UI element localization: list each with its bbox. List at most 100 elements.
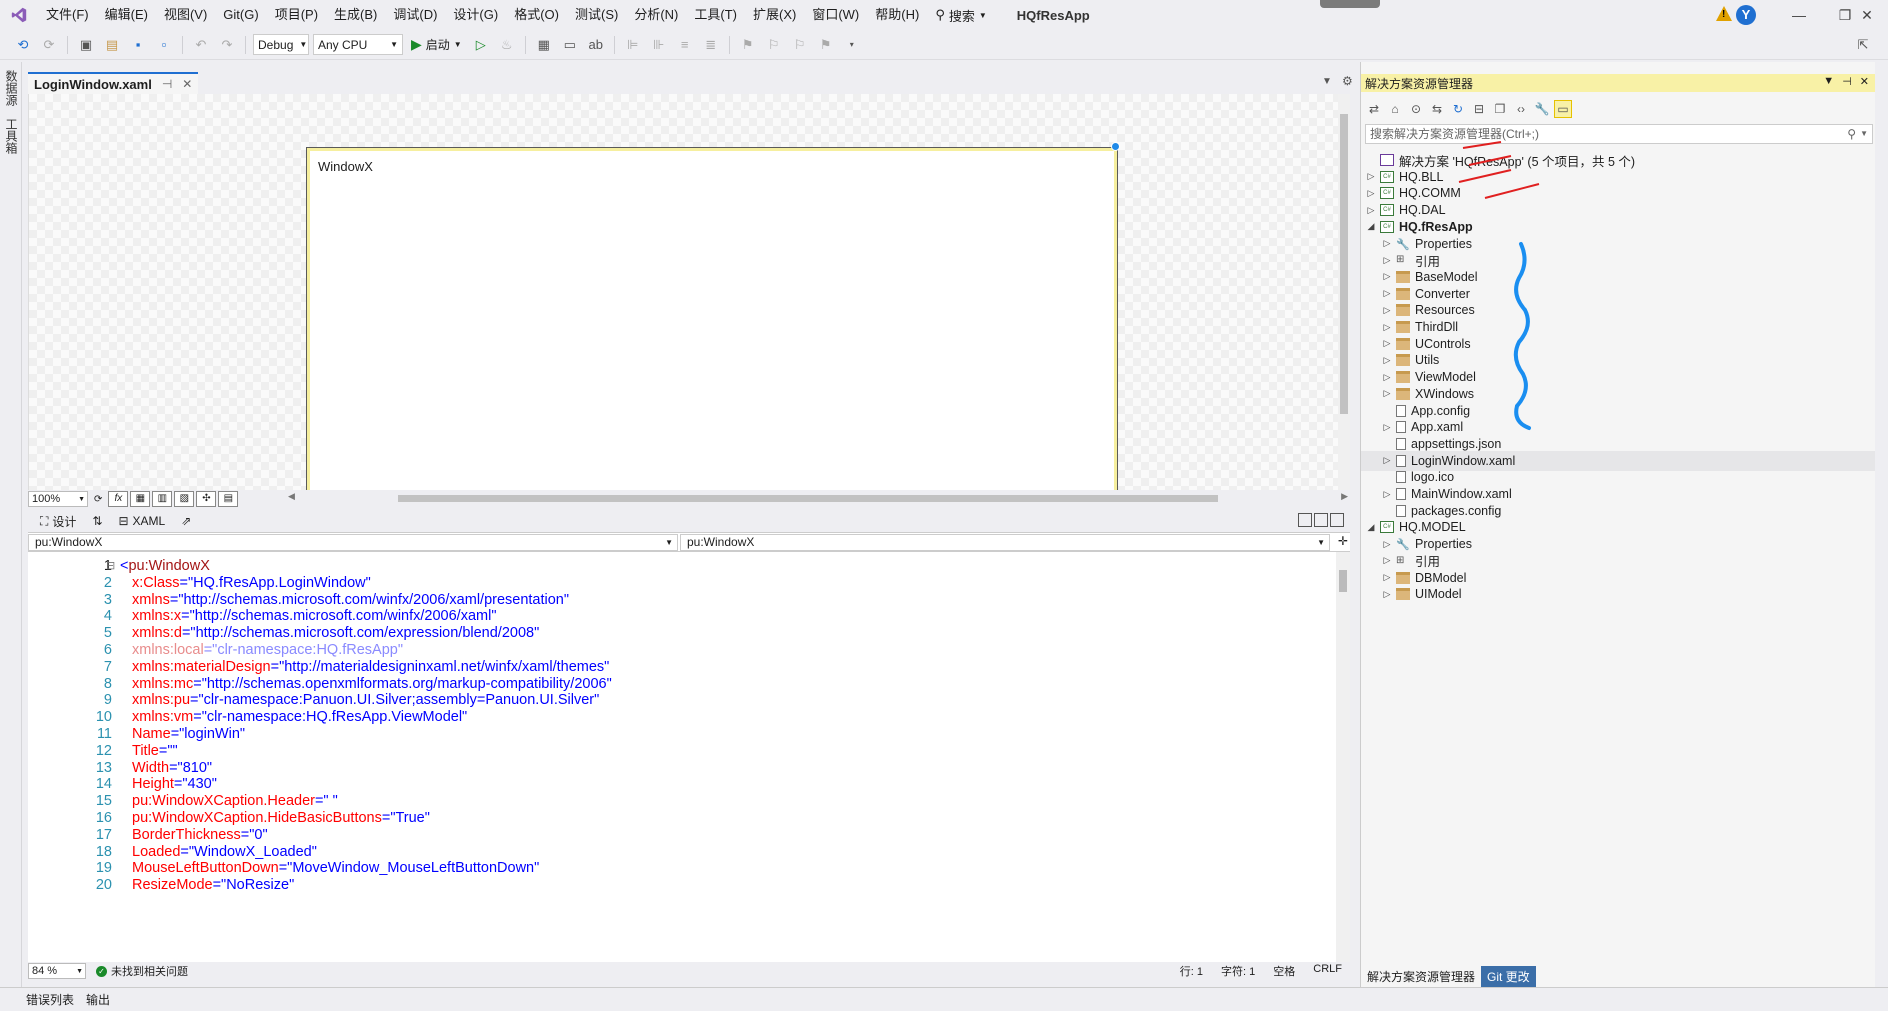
- comment-icon[interactable]: ≡: [674, 34, 696, 56]
- tab-overflow-icon[interactable]: ▼: [1322, 76, 1332, 87]
- refresh-icon[interactable]: ⟳: [94, 494, 102, 505]
- menu-item[interactable]: 工具(T): [686, 0, 745, 30]
- minimize-icon[interactable]: —: [1776, 0, 1822, 30]
- tab-output[interactable]: 输出: [86, 991, 110, 1008]
- menu-item[interactable]: 设计(G): [445, 0, 506, 30]
- data-sources-tab[interactable]: 数据源: [3, 70, 20, 106]
- bookmark-clear-icon[interactable]: ⚑: [815, 34, 837, 56]
- bookmark-prev-icon[interactable]: ⚐: [763, 34, 785, 56]
- tab-xaml[interactable]: ⊟ XAML: [118, 514, 165, 528]
- tree-item[interactable]: ▷ UIModel: [1361, 584, 1875, 604]
- expand-icon[interactable]: ▷: [1381, 489, 1393, 500]
- save-icon[interactable]: ▪: [127, 34, 149, 56]
- bookmark-next-icon[interactable]: ⚐: [789, 34, 811, 56]
- char-number[interactable]: 字符: 1: [1221, 963, 1255, 979]
- menu-item[interactable]: 窗口(W): [804, 0, 867, 30]
- close-window-icon[interactable]: ✕: [1846, 0, 1888, 30]
- grid-icon[interactable]: ▦: [130, 491, 151, 507]
- redo-icon[interactable]: ↷: [216, 34, 238, 56]
- hot-reload-icon[interactable]: ♨: [496, 34, 518, 56]
- tab-loginwindow-xaml[interactable]: LoginWindow.xaml ⊣ ✕: [28, 72, 199, 94]
- swap-panes-button[interactable]: ⇅: [92, 514, 102, 528]
- expand-icon[interactable]: ▷: [1381, 589, 1393, 600]
- menu-item[interactable]: 格式(O): [506, 0, 567, 30]
- layout-icon[interactable]: ▭: [559, 34, 581, 56]
- scroll-right-icon[interactable]: ▶: [1341, 491, 1348, 502]
- issues-status[interactable]: 未找到相关问题: [111, 963, 188, 979]
- search-menu[interactable]: ⚲ 搜索 ▼: [927, 6, 994, 25]
- split-editor-icon[interactable]: ✛: [1338, 534, 1348, 548]
- snap-lines-icon[interactable]: ✣: [196, 491, 217, 507]
- expand-icon[interactable]: ▷: [1381, 555, 1393, 566]
- configuration-select[interactable]: Debug ▼: [253, 34, 309, 55]
- menu-item[interactable]: 分析(N): [626, 0, 686, 30]
- line-number[interactable]: 行: 1: [1180, 963, 1203, 979]
- xaml-code-editor[interactable]: 1 ⊟ <pu:WindowX 2 x:Class="HQ.fResApp.LoginW…: [28, 552, 1350, 962]
- share-icon[interactable]: ⇱: [1852, 34, 1874, 56]
- platform-select[interactable]: Any CPU ▼: [313, 34, 403, 55]
- tab-solution-explorer[interactable]: 解决方案资源管理器: [1361, 965, 1482, 987]
- collapse-pane-icon[interactable]: [1330, 513, 1344, 527]
- scroll-thumb[interactable]: [1339, 570, 1347, 592]
- warning-icon[interactable]: !: [1716, 6, 1732, 21]
- back-icon[interactable]: ⟲: [12, 34, 34, 56]
- toolbox-tab[interactable]: 工具箱: [3, 118, 20, 154]
- menu-item[interactable]: 文件(F): [38, 0, 97, 30]
- menu-item[interactable]: 测试(S): [567, 0, 626, 30]
- window-preview[interactable]: WindowX: [306, 147, 1118, 490]
- designer-zoom-select[interactable]: 100% ▼: [28, 491, 88, 507]
- menu-item[interactable]: Git(G): [215, 0, 266, 30]
- forward-icon[interactable]: ⟳: [38, 34, 60, 56]
- scroll-thumb[interactable]: [1340, 114, 1348, 414]
- start-without-debug-icon[interactable]: ▷: [470, 34, 492, 56]
- element-navigator-left[interactable]: pu:WindowX ▼: [28, 534, 678, 551]
- open-folder-icon[interactable]: ▤: [101, 34, 123, 56]
- spellcheck-icon[interactable]: ab: [585, 34, 607, 56]
- tab-design[interactable]: ⛶ 设计: [40, 513, 76, 530]
- menu-item[interactable]: 项目(P): [267, 0, 326, 30]
- menu-item[interactable]: 生成(B): [326, 0, 385, 30]
- new-project-icon[interactable]: ▣: [75, 34, 97, 56]
- toolbar-overflow-icon[interactable]: ▾: [841, 34, 863, 56]
- browse-icon[interactable]: ▦: [533, 34, 555, 56]
- device-icon[interactable]: ▤: [218, 491, 239, 507]
- designer-vertical-scrollbar[interactable]: [1338, 94, 1350, 490]
- avatar[interactable]: Y: [1736, 5, 1756, 25]
- close-icon[interactable]: ✕: [182, 77, 192, 91]
- expand-icon[interactable]: ▷: [1381, 572, 1393, 583]
- tab-git-changes[interactable]: Git 更改: [1481, 965, 1536, 987]
- tab-error-list[interactable]: 错误列表: [26, 991, 74, 1008]
- grid-snap-icon[interactable]: ▥: [152, 491, 173, 507]
- uncomment-icon[interactable]: ≣: [700, 34, 722, 56]
- whitespace-mode[interactable]: 空格: [1273, 963, 1295, 979]
- pin-icon[interactable]: ⊣: [162, 77, 172, 91]
- align-right-icon[interactable]: ⊪: [648, 34, 670, 56]
- xaml-designer-surface[interactable]: WindowX: [28, 94, 1350, 490]
- scroll-left-icon[interactable]: ◀: [288, 491, 295, 502]
- line-ending[interactable]: CRLF: [1313, 963, 1342, 979]
- code-line[interactable]: 20 ResizeMode="NoResize": [28, 875, 1348, 895]
- editor-zoom-select[interactable]: 84 % ▼: [28, 963, 86, 979]
- menu-item[interactable]: 视图(V): [156, 0, 215, 30]
- menu-item[interactable]: 帮助(H): [867, 0, 927, 30]
- start-debug-button[interactable]: ▶ 启动 ▼: [407, 36, 466, 53]
- element-navigator-right[interactable]: pu:WindowX ▼: [680, 534, 1330, 551]
- save-all-icon[interactable]: ▫: [153, 34, 175, 56]
- expand-icon[interactable]: ▷: [1381, 539, 1393, 550]
- bookmark-icon[interactable]: ⚑: [737, 34, 759, 56]
- gear-icon[interactable]: ⚙: [1342, 74, 1353, 88]
- scroll-thumb[interactable]: [398, 495, 1218, 502]
- designer-horizontal-scrollbar[interactable]: ◀ ▶: [288, 491, 1348, 503]
- artboard-icon[interactable]: ▧: [174, 491, 195, 507]
- fx-effects-button[interactable]: fx: [108, 491, 129, 507]
- resize-handle[interactable]: [1111, 142, 1120, 151]
- align-left-icon[interactable]: ⊫: [622, 34, 644, 56]
- menu-item[interactable]: 编辑(E): [97, 0, 156, 30]
- horizontal-split-icon[interactable]: [1314, 513, 1328, 527]
- menu-item[interactable]: 调试(D): [385, 0, 445, 30]
- expanded-icon[interactable]: ◢: [1365, 522, 1377, 533]
- menu-item[interactable]: 扩展(X): [745, 0, 804, 30]
- vertical-split-icon[interactable]: [1298, 513, 1312, 527]
- editor-vertical-scrollbar[interactable]: [1336, 552, 1350, 962]
- popout-button[interactable]: ⇗: [181, 514, 191, 528]
